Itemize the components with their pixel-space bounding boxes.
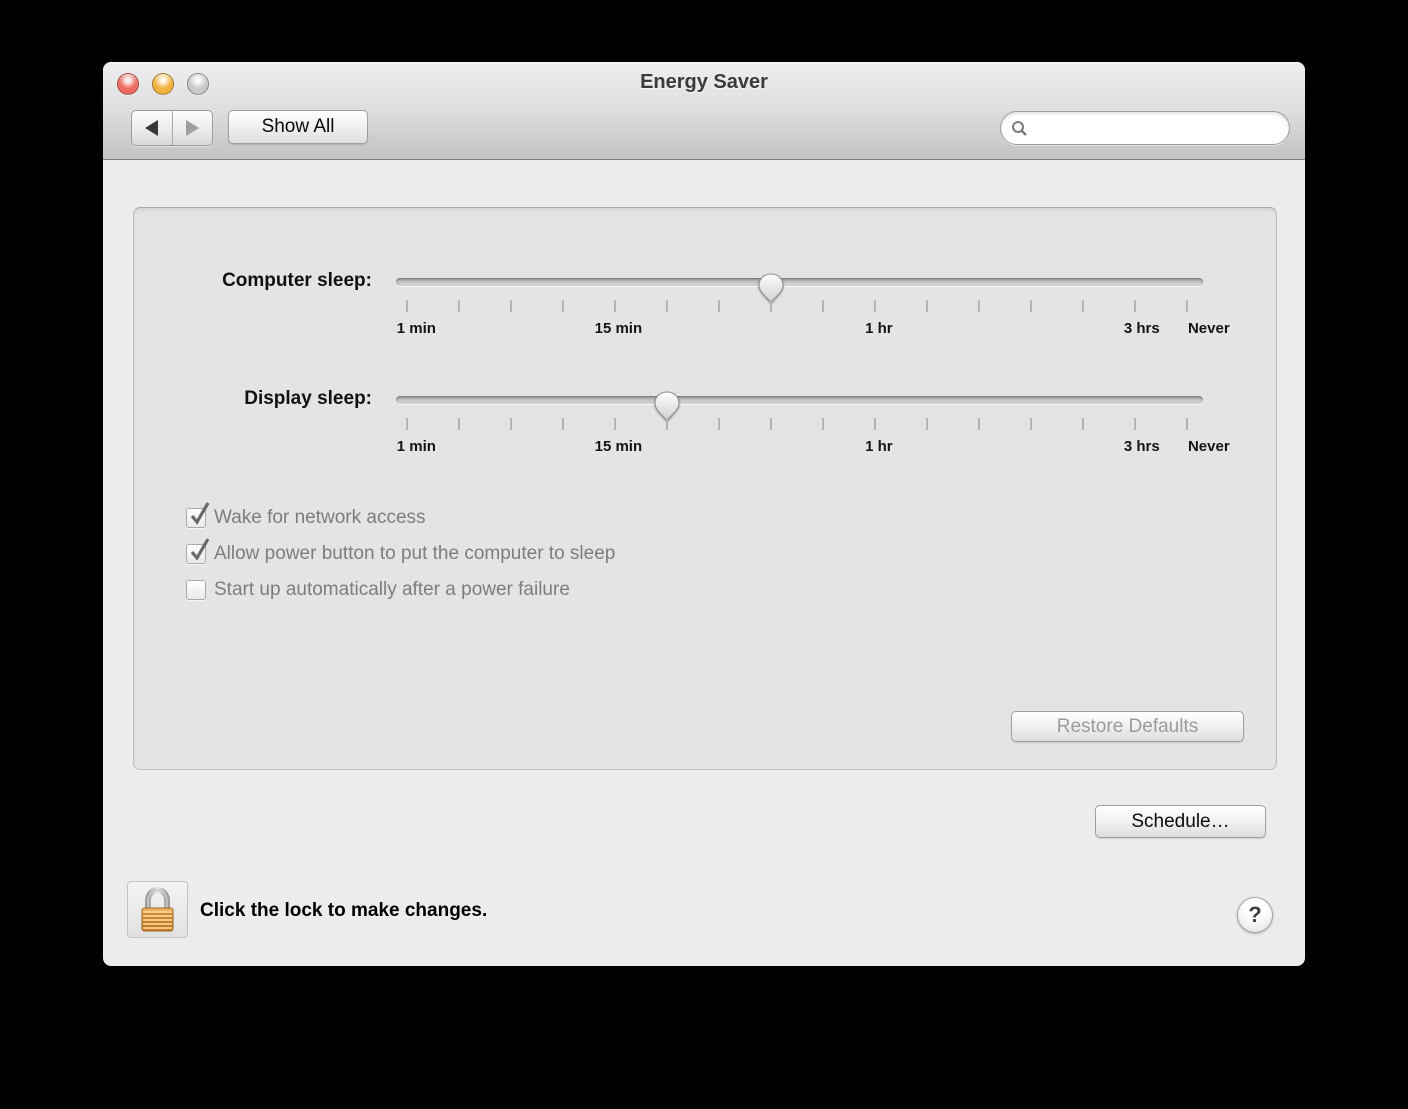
tick-mark: [406, 300, 408, 312]
back-icon: [145, 120, 158, 136]
tick-label: Never: [1188, 438, 1230, 455]
tick-mark: [822, 300, 824, 312]
tick-mark: [1082, 418, 1084, 430]
window-title: Energy Saver: [103, 71, 1305, 94]
tick-mark: [1030, 418, 1032, 430]
checkmark-icon: [188, 499, 212, 529]
slider-track[interactable]: [396, 278, 1203, 286]
checkbox-allow-power-button-sleep[interactable]: Allow power button to put the computer t…: [186, 542, 615, 566]
tick-label: 1 min: [397, 438, 436, 455]
tick-mark: [822, 418, 824, 430]
checkbox-label: Start up automatically after a power fai…: [214, 579, 570, 601]
restore-defaults-button[interactable]: Restore Defaults: [1011, 711, 1244, 742]
slider-track[interactable]: [396, 396, 1203, 404]
tick-mark: [1186, 300, 1188, 312]
search-icon: [1011, 120, 1028, 137]
tick-label-row: 1 min15 min1 hr3 hrsNever: [407, 438, 1187, 460]
show-all-label: Show All: [262, 116, 335, 138]
tick-mark: [978, 300, 980, 312]
title-bar: Energy Saver Show All: [103, 62, 1305, 160]
checkbox-box[interactable]: [186, 580, 206, 600]
checkbox-box[interactable]: [186, 508, 206, 528]
tick-mark: [406, 418, 408, 430]
tick-mark: [614, 418, 616, 430]
search-input[interactable]: [1034, 111, 1279, 145]
schedule-label: Schedule…: [1131, 811, 1229, 833]
tick-mark: [770, 418, 772, 430]
tick-mark: [562, 418, 564, 430]
tick-mark: [458, 300, 460, 312]
forward-icon: [186, 120, 199, 136]
energy-saver-window: Energy Saver Show All Computer sleep:: [103, 62, 1305, 966]
tick-mark: [1134, 300, 1136, 312]
checkbox-startup-after-power-failure[interactable]: Start up automatically after a power fai…: [186, 578, 570, 602]
tick-mark: [874, 418, 876, 430]
computer-sleep-label: Computer sleep:: [134, 270, 372, 292]
tick-label: 1 hr: [865, 438, 893, 455]
help-button[interactable]: ?: [1237, 897, 1273, 933]
tick-mark: [874, 300, 876, 312]
checkbox-label: Wake for network access: [214, 507, 426, 529]
tick-label: 3 hrs: [1124, 320, 1160, 337]
tick-mark: [510, 300, 512, 312]
schedule-button[interactable]: Schedule…: [1095, 805, 1266, 838]
tick-mark: [926, 418, 928, 430]
show-all-button[interactable]: Show All: [228, 110, 368, 144]
lock-icon: [135, 886, 180, 934]
back-button[interactable]: [132, 111, 172, 145]
tick-label-row: 1 min15 min1 hr3 hrsNever: [407, 320, 1187, 342]
checkbox-box[interactable]: [186, 544, 206, 564]
tick-mark: [1030, 300, 1032, 312]
tick-mark: [510, 418, 512, 430]
tick-mark: [926, 300, 928, 312]
back-forward-control: [131, 110, 213, 146]
tick-mark: [562, 300, 564, 312]
tick-label: 1 min: [397, 320, 436, 337]
lock-message: Click the lock to make changes.: [200, 900, 487, 922]
help-icon: ?: [1248, 902, 1261, 928]
tick-row: [407, 300, 1187, 313]
desktop: { "window": { "title": "Energy Saver", "…: [0, 0, 1408, 1109]
tick-mark: [1134, 418, 1136, 430]
tick-label: Never: [1188, 320, 1230, 337]
tick-label: 15 min: [595, 320, 643, 337]
tick-mark: [1082, 300, 1084, 312]
checkbox-wake-for-network-access[interactable]: Wake for network access: [186, 506, 426, 530]
restore-defaults-label: Restore Defaults: [1057, 716, 1199, 738]
tick-mark: [458, 418, 460, 430]
tick-mark: [718, 300, 720, 312]
tick-mark: [770, 300, 772, 312]
tick-row: [407, 418, 1187, 431]
tick-mark: [666, 418, 668, 430]
lock-button[interactable]: [127, 881, 188, 938]
tick-mark: [1186, 418, 1188, 430]
tick-label: 1 hr: [865, 320, 893, 337]
tick-label: 15 min: [595, 438, 643, 455]
checkbox-label: Allow power button to put the computer t…: [214, 543, 615, 565]
tick-mark: [978, 418, 980, 430]
settings-panel: Computer sleep: 1 min 15 min 1 hr 3 hrs Neve…: [133, 207, 1277, 770]
checkmark-icon: [188, 535, 212, 565]
forward-button[interactable]: [172, 111, 213, 145]
tick-mark: [614, 300, 616, 312]
display-sleep-label: Display sleep:: [134, 388, 372, 410]
tick-mark: [718, 418, 720, 430]
tick-mark: [666, 300, 668, 312]
search-field[interactable]: [1000, 111, 1290, 145]
tick-label: 3 hrs: [1124, 438, 1160, 455]
